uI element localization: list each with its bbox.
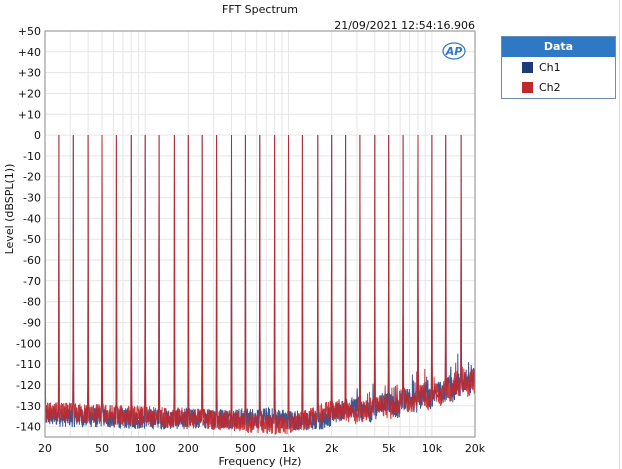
svg-text:AP: AP: [445, 45, 463, 58]
legend: Data Ch1 Ch2: [501, 36, 616, 99]
y-tick-label: -70: [23, 275, 41, 288]
x-tick-label: 100: [135, 442, 156, 455]
y-tick-label: -40: [23, 212, 41, 225]
y-tick-label: -90: [23, 317, 41, 330]
fft-plot: +50 +40 +30 +20 +10 0 -10 -20 -30 -40 -50 -60 -70 -80…: [3, 25, 486, 468]
x-tick-label: 20: [38, 442, 52, 455]
legend-item-ch2[interactable]: Ch2: [502, 77, 615, 97]
y-tick-label: +10: [18, 108, 41, 121]
y-tick-label: -130: [16, 400, 41, 413]
y-tick-label: -100: [16, 337, 41, 350]
legend-swatch-ch1: [522, 61, 533, 73]
y-tick-label: 0: [34, 129, 41, 142]
y-tick-label: -60: [23, 254, 41, 267]
legend-swatch-ch2: [522, 81, 533, 93]
x-tick-label: 50: [95, 442, 109, 455]
x-tick-label: 10k: [422, 442, 443, 455]
series-ch2-line: [44, 135, 476, 435]
legend-label-ch1: Ch1: [539, 60, 561, 74]
window-edge: [619, 0, 620, 469]
y-axis-ticks: +50 +40 +30 +20 +10 0 -10 -20 -30 -40 -50 -60 -70 -80…: [16, 25, 41, 434]
y-tick-label: +20: [18, 88, 41, 101]
y-tick-label: -120: [16, 379, 41, 392]
y-tick-label: +40: [18, 46, 41, 59]
x-tick-label: 1k: [282, 442, 296, 455]
y-tick-label: -80: [23, 296, 41, 309]
x-tick-label: 2k: [325, 442, 339, 455]
x-axis-label: Frequency (Hz): [219, 455, 302, 468]
y-tick-label: -110: [16, 358, 41, 371]
y-tick-label: -140: [16, 421, 41, 434]
y-axis-label: Level (dBSPL(1)): [3, 164, 16, 255]
y-tick-label: -30: [23, 192, 41, 205]
x-tick-label: 20k: [465, 442, 486, 455]
x-axis-ticks: 20 50 100 200 500 1k 2k 5k 10k 20k: [38, 442, 486, 455]
y-tick-label: -20: [23, 171, 41, 184]
y-tick-label: +50: [18, 25, 41, 38]
legend-item-ch1[interactable]: Ch1: [502, 57, 615, 77]
legend-header: Data: [502, 37, 615, 57]
legend-label-ch2: Ch2: [539, 80, 561, 94]
y-tick-label: -50: [23, 233, 41, 246]
x-tick-label: 500: [235, 442, 256, 455]
y-tick-label: +30: [18, 67, 41, 80]
ap-logo: AP: [442, 42, 466, 60]
x-tick-label: 200: [178, 442, 199, 455]
x-tick-label: 5k: [382, 442, 396, 455]
traces: [44, 135, 476, 435]
y-tick-label: -10: [23, 150, 41, 163]
